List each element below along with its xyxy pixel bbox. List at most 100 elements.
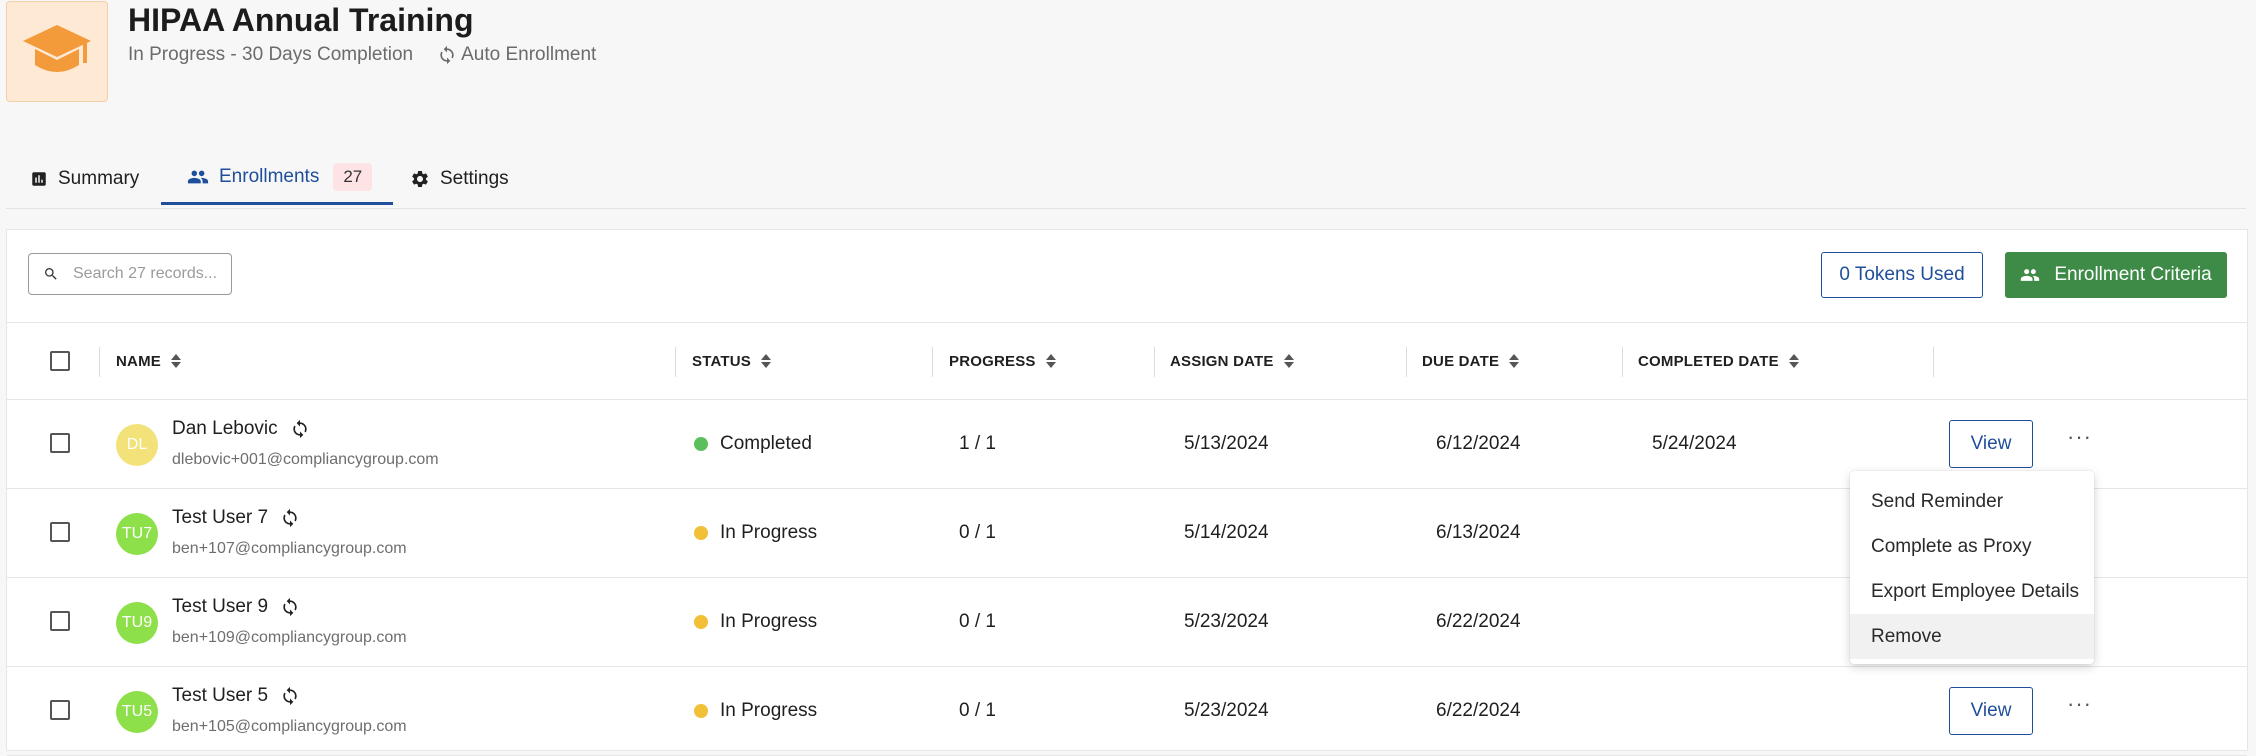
tab-settings[interactable]: Settings: [410, 152, 509, 206]
people-icon: [187, 170, 209, 184]
sort-icon: [1283, 354, 1294, 368]
due-date: 6/12/2024: [1436, 433, 1521, 454]
assign-date: 5/23/2024: [1184, 611, 1269, 632]
sort-icon: [170, 354, 181, 368]
sort-icon: [1788, 354, 1799, 368]
tab-enrollments-label: Enrollments: [219, 166, 320, 187]
sort-icon: [760, 354, 771, 368]
assign-date: 5/13/2024: [1184, 433, 1269, 454]
tab-bar: Summary Enrollments 27 Settings: [6, 152, 2246, 209]
tokens-used-button[interactable]: 0 Tokens Used: [1821, 252, 1983, 298]
column-header-progress[interactable]: PROGRESS: [949, 323, 1056, 399]
search-icon: [45, 268, 57, 280]
user-name: Dan Lebovic: [172, 418, 310, 440]
user-name-text: Dan Lebovic: [172, 418, 278, 439]
course-title: HIPAA Annual Training: [128, 2, 474, 38]
gear-icon: [412, 171, 428, 187]
due-date: 6/22/2024: [1436, 700, 1521, 721]
enrollment-criteria-label: Enrollment Criteria: [2054, 264, 2212, 285]
auto-enrollment-indicator: Auto Enrollment: [437, 44, 596, 66]
status-text: In Progress: [720, 522, 818, 543]
user-email: ben+105@compliancygroup.com: [172, 718, 407, 735]
course-subtitle: In Progress - 30 Days Completion Auto En…: [128, 44, 596, 66]
progress-value: 0 / 1: [959, 611, 996, 632]
menu-item-send-reminder[interactable]: Send Reminder: [1850, 479, 2094, 524]
row-checkbox[interactable]: [50, 433, 70, 453]
avatar: TU9: [116, 602, 158, 644]
menu-item-export-employee-details[interactable]: Export Employee Details: [1850, 569, 2094, 614]
graduation-cap-icon: [23, 24, 91, 72]
search-input[interactable]: [71, 264, 225, 284]
status-cell: Completed: [694, 433, 812, 455]
status-dot: [694, 437, 708, 451]
column-header-name[interactable]: NAME: [116, 323, 181, 399]
column-label: STATUS: [692, 352, 751, 370]
table-header: NAME STATUS PROGRESS ASSIGN DATE DUE DAT…: [7, 322, 2247, 400]
sort-icon: [1509, 354, 1520, 368]
avatar: TU5: [116, 691, 158, 733]
column-label: COMPLETED DATE: [1638, 352, 1779, 370]
course-icon: [6, 1, 108, 102]
status-text: Completed: [720, 433, 812, 454]
user-email: ben+109@compliancygroup.com: [172, 629, 407, 646]
avatar: DL: [116, 424, 158, 466]
user-name-text: Test User 7: [172, 507, 269, 528]
avatar: TU7: [116, 513, 158, 555]
select-all-checkbox[interactable]: [50, 351, 70, 371]
tab-summary[interactable]: Summary: [30, 152, 139, 206]
row-checkbox[interactable]: [50, 611, 70, 631]
assign-date: 5/14/2024: [1184, 522, 1269, 543]
column-header-due-date[interactable]: DUE DATE: [1422, 323, 1520, 399]
user-email: ben+107@compliancygroup.com: [172, 540, 407, 557]
menu-item-remove[interactable]: Remove: [1850, 614, 2094, 659]
column-label: DUE DATE: [1422, 352, 1500, 370]
sort-icon: [1045, 354, 1056, 368]
row-actions-menu: Send Reminder Complete as Proxy Export E…: [1850, 471, 2094, 664]
user-email: dlebovic+001@compliancygroup.com: [172, 451, 439, 468]
more-actions-icon[interactable]: ···: [2067, 424, 2092, 450]
status-cell: In Progress: [694, 522, 817, 544]
status-dot: [694, 704, 708, 718]
tab-settings-label: Settings: [440, 168, 509, 189]
tab-enrollments[interactable]: Enrollments 27: [161, 152, 393, 205]
course-status-line: In Progress - 30 Days Completion: [128, 44, 414, 65]
status-text: In Progress: [720, 700, 818, 721]
menu-item-complete-as-proxy[interactable]: Complete as Proxy: [1850, 524, 2094, 569]
sync-icon: [283, 508, 297, 528]
enrollment-type-label: Auto Enrollment: [461, 44, 597, 65]
more-actions-icon[interactable]: ···: [2067, 691, 2092, 717]
row-checkbox[interactable]: [50, 700, 70, 720]
status-cell: In Progress: [694, 700, 817, 722]
tab-summary-label: Summary: [58, 168, 140, 189]
bar-chart-icon: [32, 172, 46, 186]
completed-date: 5/24/2024: [1652, 433, 1737, 454]
status-cell: In Progress: [694, 611, 817, 633]
sync-icon: [440, 45, 454, 65]
enrollment-criteria-button[interactable]: Enrollment Criteria: [2005, 252, 2227, 298]
progress-value: 0 / 1: [959, 700, 996, 721]
user-name-text: Test User 9: [172, 596, 269, 617]
table-row: TU5 Test User 5 ben+105@compliancygroup.…: [7, 667, 2247, 756]
column-header-status[interactable]: STATUS: [692, 323, 771, 399]
column-label: ASSIGN DATE: [1170, 352, 1274, 370]
column-header-completed-date[interactable]: COMPLETED DATE: [1638, 323, 1799, 399]
user-name-text: Test User 5: [172, 685, 269, 706]
row-checkbox[interactable]: [50, 522, 70, 542]
view-button[interactable]: View: [1949, 420, 2033, 468]
search-box[interactable]: [28, 253, 232, 295]
progress-value: 0 / 1: [959, 522, 996, 543]
assign-date: 5/23/2024: [1184, 700, 1269, 721]
due-date: 6/22/2024: [1436, 611, 1521, 632]
status-dot: [694, 526, 708, 540]
user-name: Test User 7: [172, 507, 300, 529]
user-name: Test User 9: [172, 596, 300, 618]
view-button[interactable]: View: [1949, 687, 2033, 735]
column-label: NAME: [116, 352, 161, 370]
enrollments-count-badge: 27: [333, 163, 373, 191]
column-label: PROGRESS: [949, 352, 1036, 370]
column-header-assign-date[interactable]: ASSIGN DATE: [1170, 323, 1294, 399]
sync-icon: [283, 686, 297, 706]
due-date: 6/13/2024: [1436, 522, 1521, 543]
status-text: In Progress: [720, 611, 818, 632]
sync-icon: [292, 419, 307, 439]
